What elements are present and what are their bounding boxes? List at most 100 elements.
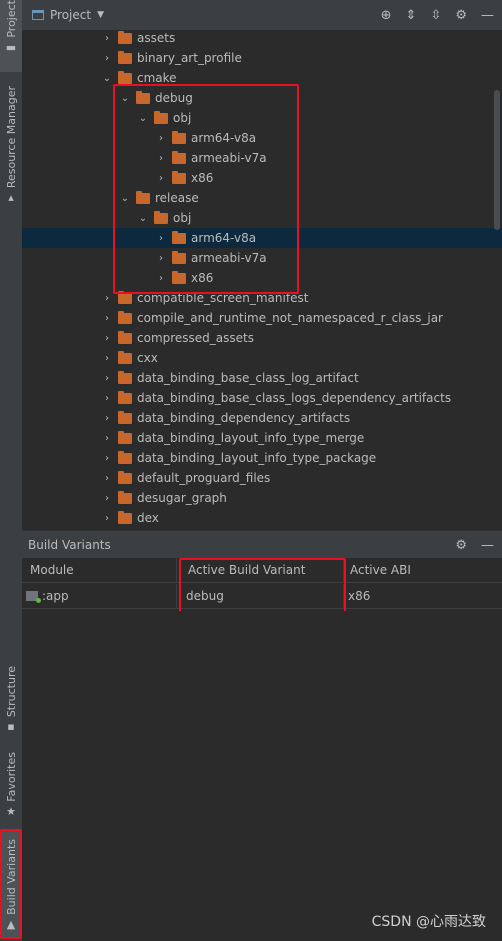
tree-item[interactable]: › cxx	[22, 348, 502, 368]
watermark: CSDN @心雨达致	[371, 914, 486, 930]
tree-item[interactable]: › desugar_graph	[22, 488, 502, 508]
tree-item-label: data_binding_layout_info_type_package	[137, 451, 377, 465]
folder-icon	[118, 330, 132, 344]
chevron-down-icon[interactable]: ⌄	[136, 113, 150, 124]
module-cell: :app	[26, 584, 176, 608]
tab-favorites[interactable]: Favorites ★	[0, 752, 22, 818]
tree-item[interactable]: › assets	[22, 30, 502, 48]
tree-item[interactable]: › data_binding_dependency_artifacts	[22, 408, 502, 428]
chevron-right-icon[interactable]: ›	[100, 513, 114, 524]
column-divider[interactable]	[176, 558, 177, 582]
chevron-right-icon[interactable]: ›	[100, 393, 114, 404]
tree-item-label: dex	[137, 511, 159, 525]
tree-item[interactable]: › armeabi-v7a	[22, 148, 502, 168]
tree-item[interactable]: › dex	[22, 508, 502, 528]
tree-item-label: data_binding_base_class_log_artifact	[137, 371, 359, 385]
folder-icon	[136, 190, 150, 204]
tree-item[interactable]: › default_proguard_files	[22, 468, 502, 488]
folder-icon	[172, 270, 186, 284]
locate-icon[interactable]: ⊕	[381, 8, 392, 23]
tree-item-label: cxx	[137, 351, 158, 365]
chevron-right-icon[interactable]: ›	[154, 273, 168, 284]
tree-item-label: assets	[137, 31, 176, 45]
folder-icon	[118, 450, 132, 464]
tree-item[interactable]: › compatible_screen_manifest	[22, 288, 502, 308]
chevron-down-icon[interactable]: ▼	[97, 10, 104, 20]
column-divider[interactable]	[343, 558, 344, 582]
chevron-right-icon[interactable]: ›	[100, 453, 114, 464]
tree-item[interactable]: ⌄ debug	[22, 88, 502, 108]
chevron-down-icon[interactable]: ⌄	[100, 73, 114, 84]
build-variants-header: Build Variants ⚙ —	[22, 530, 502, 559]
tree-item[interactable]: › data_binding_base_class_log_artifact	[22, 368, 502, 388]
tree-item[interactable]: ⌄ release	[22, 188, 502, 208]
active-build-variant-cell[interactable]: debug	[186, 584, 336, 608]
chevron-right-icon[interactable]: ›	[100, 333, 114, 344]
tree-item-label: x86	[191, 271, 214, 285]
chevron-right-icon[interactable]: ›	[100, 33, 114, 44]
chevron-right-icon[interactable]: ›	[100, 493, 114, 504]
folder-icon	[154, 110, 168, 124]
chevron-right-icon[interactable]: ›	[100, 433, 114, 444]
folder-icon	[118, 290, 132, 304]
tab-project[interactable]: Project ▬	[0, 0, 22, 72]
tab-favorites-label: Favorites	[4, 752, 18, 802]
column-header-active-abi[interactable]: Active ABI	[350, 558, 500, 582]
android-icon: ▲	[6, 917, 16, 931]
tree-item-label: desugar_graph	[137, 491, 227, 505]
tree-item[interactable]: ⌄ obj	[22, 208, 502, 228]
tree-item[interactable]: › arm64-v8a	[22, 228, 502, 248]
tree-item[interactable]: ⌄ cmake	[22, 68, 502, 88]
chevron-right-icon[interactable]: ›	[154, 233, 168, 244]
chevron-right-icon[interactable]: ›	[100, 473, 114, 484]
active-abi-cell[interactable]: x86	[348, 584, 498, 608]
tool-window-strip: Project ▬ Resource Manager ▴ Structure ▪…	[0, 0, 23, 941]
tab-build-variants-label: Build Variants	[4, 839, 18, 915]
minimize-icon[interactable]: —	[481, 538, 494, 553]
collapse-all-icon[interactable]: ⇳	[430, 8, 441, 23]
column-divider	[343, 584, 344, 608]
chevron-down-icon[interactable]: ⌄	[136, 213, 150, 224]
chevron-right-icon[interactable]: ›	[100, 313, 114, 324]
tree-item[interactable]: › arm64-v8a	[22, 128, 502, 148]
chevron-right-icon[interactable]: ›	[100, 373, 114, 384]
column-header-active-build-variant[interactable]: Active Build Variant	[188, 558, 338, 582]
chevron-right-icon[interactable]: ›	[100, 353, 114, 364]
tab-resource-manager[interactable]: Resource Manager ▴	[0, 86, 22, 204]
gear-icon[interactable]: ⚙	[455, 8, 467, 23]
tree-item[interactable]: › data_binding_layout_info_type_package	[22, 448, 502, 468]
tree-scrollbar[interactable]	[494, 90, 500, 230]
chevron-right-icon[interactable]: ›	[154, 133, 168, 144]
chevron-right-icon[interactable]: ›	[100, 53, 114, 64]
tree-item[interactable]: › compile_and_runtime_not_namespaced_r_cl…	[22, 308, 502, 328]
tree-item[interactable]: › x86	[22, 168, 502, 188]
chevron-right-icon[interactable]: ›	[154, 173, 168, 184]
chevron-right-icon[interactable]: ›	[154, 253, 168, 264]
tab-build-variants[interactable]: Build Variants ▲	[0, 829, 22, 939]
tree-item[interactable]: › data_binding_base_class_logs_dependency…	[22, 388, 502, 408]
chevron-right-icon[interactable]: ›	[100, 293, 114, 304]
table-row[interactable]: :app debug x86	[22, 584, 502, 609]
tree-item-label: cmake	[137, 71, 177, 85]
tree-item[interactable]: › compressed_assets	[22, 328, 502, 348]
expand-all-icon[interactable]: ⇕	[406, 8, 417, 23]
tree-item[interactable]: ⌄ obj	[22, 108, 502, 128]
chevron-down-icon[interactable]: ⌄	[118, 93, 132, 104]
tree-item[interactable]: › binary_art_profile	[22, 48, 502, 68]
chevron-right-icon[interactable]: ›	[154, 153, 168, 164]
minimize-icon[interactable]: —	[481, 8, 494, 23]
tree-item[interactable]: › armeabi-v7a	[22, 248, 502, 268]
folder-icon	[136, 90, 150, 104]
folder-icon	[154, 210, 168, 224]
tree-item[interactable]: › x86	[22, 268, 502, 288]
tree-item-label: release	[155, 191, 199, 205]
column-header-module[interactable]: Module	[30, 558, 178, 582]
gear-icon[interactable]: ⚙	[455, 538, 467, 553]
chevron-right-icon[interactable]: ›	[100, 413, 114, 424]
tree-item[interactable]: › data_binding_layout_info_type_merge	[22, 428, 502, 448]
folder-icon	[172, 130, 186, 144]
tab-structure[interactable]: Structure ▪	[0, 666, 22, 733]
project-view-selector[interactable]: Project	[50, 8, 91, 22]
tree-item-label: armeabi-v7a	[191, 251, 267, 265]
chevron-down-icon[interactable]: ⌄	[118, 193, 132, 204]
